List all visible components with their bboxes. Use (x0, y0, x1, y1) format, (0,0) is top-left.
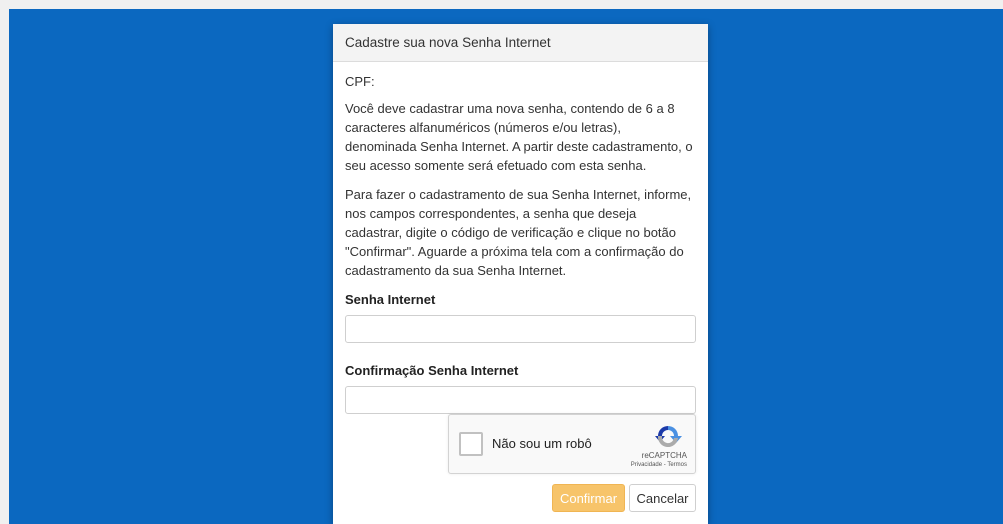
recaptcha-checkbox[interactable] (459, 432, 483, 456)
modal-header: Cadastre sua nova Senha Internet (333, 24, 708, 62)
confirm-password-input[interactable] (345, 386, 696, 414)
recaptcha-privacy-terms[interactable]: Privacidade - Termos (631, 462, 687, 468)
recaptcha-label: Não sou um robô (492, 436, 592, 451)
password-input[interactable] (345, 315, 696, 343)
instructions-paragraph-2: Para fazer o cadastramento de sua Senha … (345, 187, 692, 278)
instructions-paragraph-1: Você deve cadastrar uma nova senha, cont… (345, 101, 693, 173)
cancel-button[interactable]: Cancelar (629, 484, 696, 512)
cpf-label: CPF: (345, 74, 375, 89)
modal-title: Cadastre sua nova Senha Internet (345, 35, 551, 50)
confirm-password-label: Confirmação Senha Internet (345, 363, 519, 378)
confirm-button[interactable]: Confirmar (552, 484, 625, 512)
password-registration-modal: Cadastre sua nova Senha Internet CPF: Vo… (333, 24, 708, 524)
recaptcha-brand: reCAPTCHA (641, 451, 687, 460)
password-label: Senha Internet (345, 292, 436, 307)
recaptcha-widget: Não sou um robô reCAPTCHA Privacidade - … (448, 414, 696, 474)
modal-body: CPF: Você deve cadastrar uma nova senha,… (333, 62, 708, 414)
recaptcha-logo-icon (655, 426, 682, 448)
